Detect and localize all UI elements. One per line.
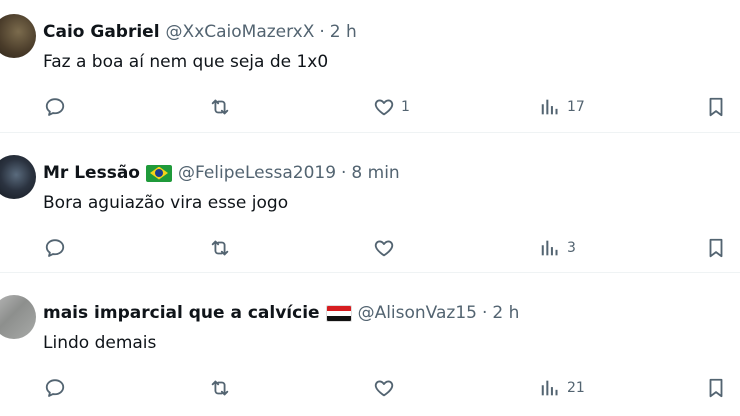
- post-text: Bora aguiazão vira esse jogo: [43, 193, 289, 213]
- views-button[interactable]: 3: [539, 235, 576, 261]
- repost-icon: [211, 240, 229, 256]
- bookmark-button[interactable]: [705, 375, 727, 401]
- like-button[interactable]: 1: [373, 94, 410, 120]
- post-header: Mr Lessão @FelipeLessa2019 · 8 min: [43, 161, 400, 185]
- author-name[interactable]: Caio Gabriel: [43, 22, 160, 42]
- sao-paulo-flag-icon: [325, 304, 352, 322]
- like-count: 1: [401, 99, 410, 115]
- bookmark-icon: [709, 238, 723, 258]
- reply-icon: [45, 239, 65, 257]
- post-header: mais imparcial que a calvície @AlisonVaz…: [43, 301, 519, 325]
- views-icon: [541, 380, 558, 396]
- post[interactable]: Mr Lessão @FelipeLessa2019 · 8 min Bora …: [0, 132, 740, 272]
- post-time[interactable]: 2 h: [492, 303, 519, 323]
- views-icon: [541, 99, 558, 115]
- post-time[interactable]: 8 min: [351, 163, 399, 183]
- views-button[interactable]: 17: [539, 94, 585, 120]
- like-button[interactable]: [373, 375, 401, 401]
- repost-button[interactable]: [209, 375, 231, 401]
- views-icon: [541, 240, 558, 256]
- post-time[interactable]: 2 h: [330, 22, 357, 42]
- action-bar: 1 17: [0, 94, 740, 120]
- bookmark-icon: [709, 97, 723, 117]
- author-name[interactable]: Mr Lessão: [43, 163, 140, 183]
- views-count: 17: [567, 99, 585, 115]
- heart-icon: [374, 380, 394, 397]
- bookmark-button[interactable]: [705, 235, 727, 261]
- avatar[interactable]: [0, 155, 36, 199]
- author-handle[interactable]: @AlisonVaz15: [358, 303, 477, 323]
- repost-icon: [211, 380, 229, 396]
- brazil-flag-icon: [145, 164, 172, 182]
- heart-icon: [374, 240, 394, 257]
- author-handle[interactable]: @FelipeLessa2019: [178, 163, 336, 183]
- repost-button[interactable]: [209, 235, 231, 261]
- reply-button[interactable]: [44, 235, 66, 261]
- post-text: Lindo demais: [43, 333, 157, 353]
- separator: ·: [319, 22, 325, 42]
- reply-button[interactable]: [44, 375, 66, 401]
- separator: ·: [481, 303, 488, 323]
- separator: ·: [341, 163, 347, 183]
- reply-button[interactable]: [44, 94, 66, 120]
- reply-icon: [45, 379, 65, 397]
- post-header: Caio Gabriel @XxCaioMazerxX · 2 h: [43, 20, 357, 44]
- reply-icon: [45, 98, 65, 116]
- repost-button[interactable]: [209, 94, 231, 120]
- author-handle[interactable]: @XxCaioMazerxX: [166, 22, 315, 42]
- author-name[interactable]: mais imparcial que a calvície: [43, 303, 320, 323]
- avatar[interactable]: [0, 295, 36, 339]
- action-bar: 21: [0, 375, 740, 401]
- action-bar: 3: [0, 235, 740, 261]
- views-count: 21: [567, 380, 585, 396]
- post[interactable]: mais imparcial que a calvície @AlisonVaz…: [0, 272, 740, 412]
- views-count: 3: [567, 240, 576, 256]
- bookmark-button[interactable]: [705, 94, 727, 120]
- heart-icon: [374, 99, 394, 116]
- avatar[interactable]: [0, 14, 36, 58]
- post-text: Faz a boa aí nem que seja de 1x0: [43, 52, 329, 72]
- views-button[interactable]: 21: [539, 375, 585, 401]
- post[interactable]: Caio Gabriel @XxCaioMazerxX · 2 h Faz a …: [0, 0, 740, 132]
- repost-icon: [211, 99, 229, 115]
- like-button[interactable]: [373, 235, 401, 261]
- bookmark-icon: [709, 378, 723, 398]
